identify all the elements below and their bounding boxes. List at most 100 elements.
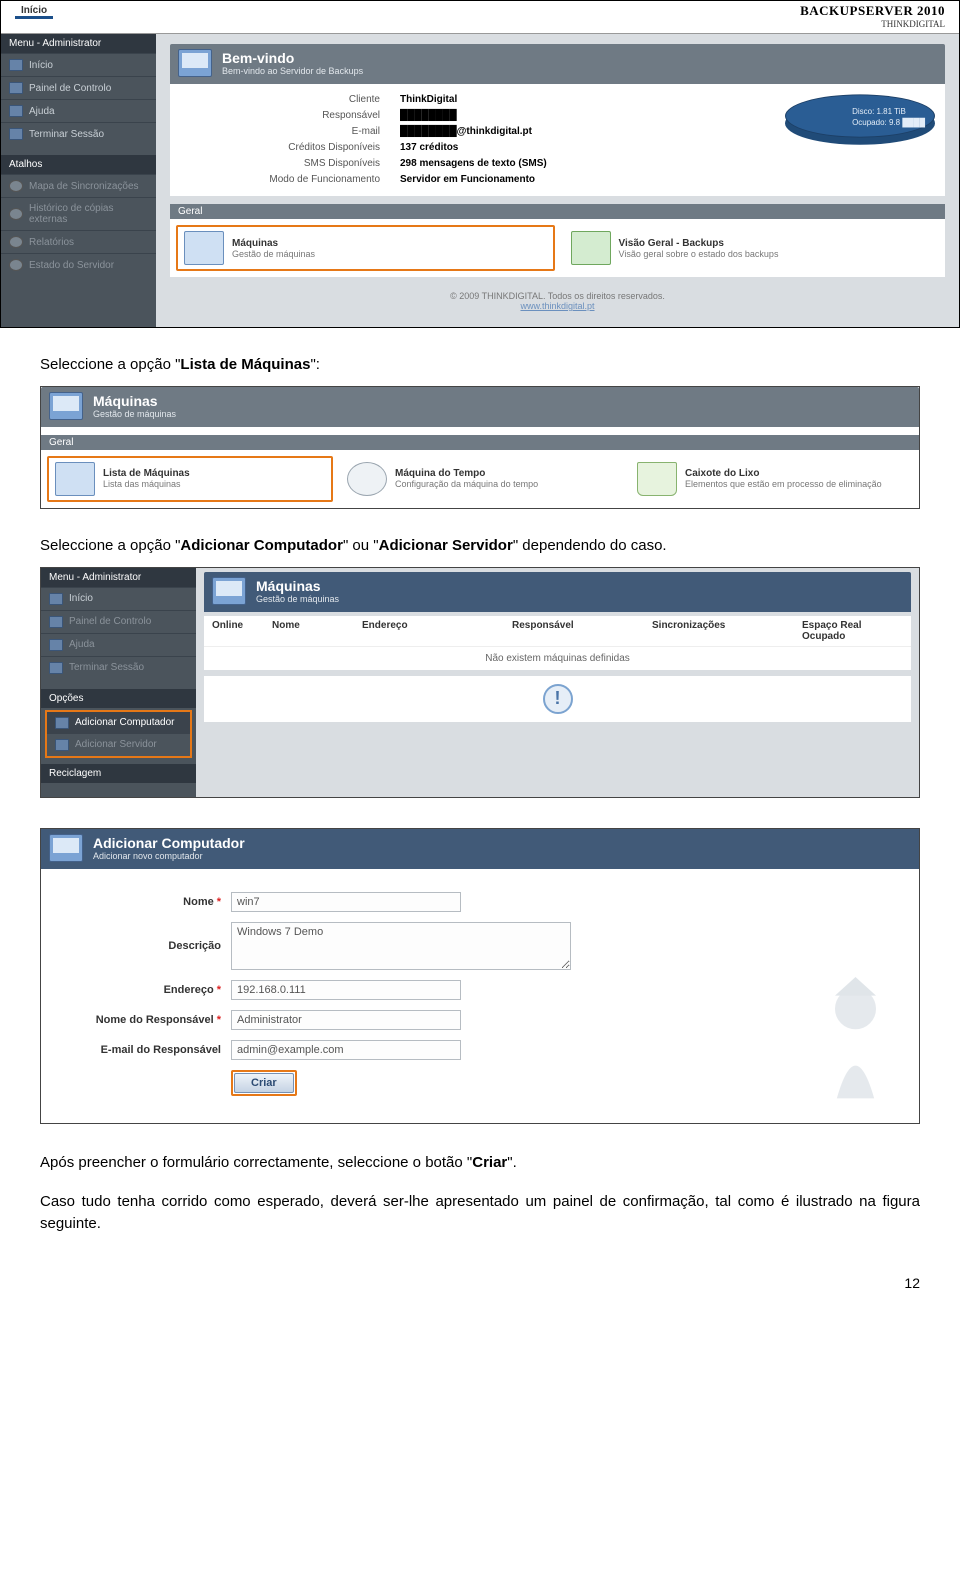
tile-lista-maquinas[interactable]: Lista de Máquinas Lista das máquinas xyxy=(47,456,333,502)
welcome-sub: Bem-vindo ao Servidor de Backups xyxy=(222,66,363,76)
monitor-icon xyxy=(212,577,246,605)
bold: Adicionar Computador xyxy=(180,537,343,554)
instruction-2: Seleccione a opção "Adicionar Computador… xyxy=(0,527,960,567)
col-responsavel: Responsável xyxy=(512,620,652,642)
home-icon xyxy=(9,59,23,71)
panel-icon xyxy=(9,82,23,94)
info-labels: Cliente Responsável E-mail Créditos Disp… xyxy=(220,92,380,188)
col-endereco: Endereço xyxy=(362,620,512,642)
text: ": xyxy=(310,356,320,373)
brand-title: BACKUPSERVER 2010 xyxy=(800,3,945,19)
info-label: SMS Disponíveis xyxy=(220,156,380,172)
panel-sub: Adicionar novo computador xyxy=(93,851,245,861)
wizard-icon xyxy=(808,977,903,1117)
monitor-icon xyxy=(49,392,83,420)
sidebar-item-label: Relatórios xyxy=(29,237,74,248)
input-responsavel[interactable] xyxy=(231,1010,461,1030)
sidebar-item-painel[interactable]: Painel de Controlo xyxy=(1,76,156,99)
tile-maquinas[interactable]: Máquinas Gestão de máquinas xyxy=(176,225,555,271)
sidebar-shortcut-historico[interactable]: Histórico de cópias externas xyxy=(1,197,156,230)
input-descricao[interactable]: Windows 7 Demo xyxy=(231,922,571,970)
input-endereco[interactable] xyxy=(231,980,461,1000)
label-nome: Nome* xyxy=(51,896,221,908)
sidebar-opt-add-computer[interactable]: Adicionar Computador xyxy=(47,712,190,734)
tile-sub: Configuração da máquina do tempo xyxy=(395,479,538,489)
bold: Adicionar Servidor xyxy=(379,537,513,554)
sidebar-recycle-header: Reciclagem xyxy=(41,764,196,783)
disk-line1: Disco: 1.81 TiB xyxy=(852,106,925,117)
sidebar-shortcut-relatorios[interactable]: Relatórios xyxy=(1,230,156,253)
form-row-responsavel: Nome do Responsável* xyxy=(51,1005,909,1035)
bold: Lista de Máquinas xyxy=(180,356,310,373)
col-nome: Nome xyxy=(272,620,362,642)
footer: © 2009 THINKDIGITAL. Todos os direitos r… xyxy=(170,277,945,321)
tiles-maquinas: Lista de Máquinas Lista das máquinas Máq… xyxy=(41,450,919,508)
sidebar-item-inicio[interactable]: Início xyxy=(41,587,196,610)
tile-sub: Elementos que estão em processo de elimi… xyxy=(685,479,882,489)
sidebar-shortcut-estado[interactable]: Estado do Servidor xyxy=(1,253,156,276)
screenshot-dashboard: Início BACKUPSERVER 2010 THINKDIGITAL Me… xyxy=(0,0,960,328)
sidebar-shortcuts-header: Atalhos xyxy=(1,155,156,174)
sidebar: Menu - Administrator Início Painel de Co… xyxy=(1,34,156,327)
panel-title: Máquinas xyxy=(93,393,176,409)
tiles-geral: Máquinas Gestão de máquinas Visão Geral … xyxy=(170,219,945,277)
text: " dependendo do caso. xyxy=(513,537,667,554)
topbar: Início BACKUPSERVER 2010 THINKDIGITAL xyxy=(1,1,959,34)
sidebar-menu-header: Menu - Administrator xyxy=(41,568,196,587)
sidebar-item-terminar[interactable]: Terminar Sessão xyxy=(1,122,156,145)
sidebar-opt-add-server[interactable]: Adicionar Servidor xyxy=(47,734,190,756)
sidebar-item-inicio[interactable]: Início xyxy=(1,53,156,76)
input-nome[interactable] xyxy=(231,892,461,912)
info-label: Créditos Disponíveis xyxy=(220,140,380,156)
sidebar-item-label: Painel de Controlo xyxy=(29,83,111,94)
instruction-1: Seleccione a opção "Lista de Máquinas": xyxy=(0,346,960,386)
logout-icon xyxy=(49,662,63,674)
sidebar-item-painel[interactable]: Painel de Controlo xyxy=(41,610,196,633)
tile-maquina-tempo[interactable]: Máquina do Tempo Configuração da máquina… xyxy=(341,456,623,502)
monitor-icon xyxy=(178,49,212,77)
criar-highlight: Criar xyxy=(231,1070,297,1096)
tile-title: Máquina do Tempo xyxy=(395,468,538,479)
section-geral: Geral xyxy=(170,204,945,219)
info-value: 137 créditos xyxy=(400,140,547,156)
table-empty: Não existem máquinas definidas xyxy=(204,647,911,670)
info-value: ████████ xyxy=(400,108,547,124)
disk-chart: Disco: 1.81 TiB Ocupado: 9.8 ████ xyxy=(755,92,935,154)
sidebar-option-highlight: Adicionar Computador Adicionar Servidor xyxy=(45,710,192,758)
info-label: E-mail xyxy=(220,124,380,140)
label-endereco: Endereço* xyxy=(51,984,221,996)
tile-caixote-lixo[interactable]: Caixote do Lixo Elementos que estão em p… xyxy=(631,456,913,502)
help-icon xyxy=(49,639,63,651)
topbar-tab[interactable]: Início xyxy=(15,3,53,19)
tile-visao-geral[interactable]: Visão Geral - Backups Visão geral sobre … xyxy=(565,225,940,271)
tile-title: Caixote do Lixo xyxy=(685,468,882,479)
input-email[interactable] xyxy=(231,1040,461,1060)
backups-icon xyxy=(571,231,611,265)
info-label: Cliente xyxy=(220,92,380,108)
sidebar-shortcut-mapa[interactable]: Mapa de Sincronizações xyxy=(1,174,156,197)
text: Seleccione a opção " xyxy=(40,356,180,373)
sidebar-item-terminar[interactable]: Terminar Sessão xyxy=(41,656,196,679)
screenshot-lista-maquinas: Menu - Administrator Início Painel de Co… xyxy=(40,567,920,798)
history-icon xyxy=(9,208,23,220)
main-content: Bem-vindo Bem-vindo ao Servidor de Backu… xyxy=(156,34,959,327)
label-email: E-mail do Responsável xyxy=(51,1044,221,1056)
monitor-icon xyxy=(49,834,83,862)
info-value: 298 mensagens de texto (SMS) xyxy=(400,156,547,172)
sidebar-item-ajuda[interactable]: Ajuda xyxy=(41,633,196,656)
form-row-email: E-mail do Responsável xyxy=(51,1035,909,1065)
add-computer-icon xyxy=(55,717,69,729)
criar-button[interactable]: Criar xyxy=(234,1073,294,1093)
col-sincronizacoes: Sincronizações xyxy=(652,620,802,642)
sidebar-item-label: Adicionar Servidor xyxy=(75,739,157,750)
maquinas-panel-header: Máquinas Gestão de máquinas xyxy=(41,387,919,427)
sidebar-item-label: Início xyxy=(69,593,93,604)
tile-title: Lista de Máquinas xyxy=(103,468,190,479)
sidebar-item-ajuda[interactable]: Ajuda xyxy=(1,99,156,122)
disk-line2: Ocupado: 9.8 ████ xyxy=(852,117,925,128)
alert-empty: ! xyxy=(204,676,911,722)
trash-icon xyxy=(637,462,677,496)
footer-link[interactable]: www.thinkdigital.pt xyxy=(520,301,594,311)
tile-sub: Gestão de máquinas xyxy=(232,249,315,259)
sidebar-item-label: Mapa de Sincronizações xyxy=(29,181,139,192)
